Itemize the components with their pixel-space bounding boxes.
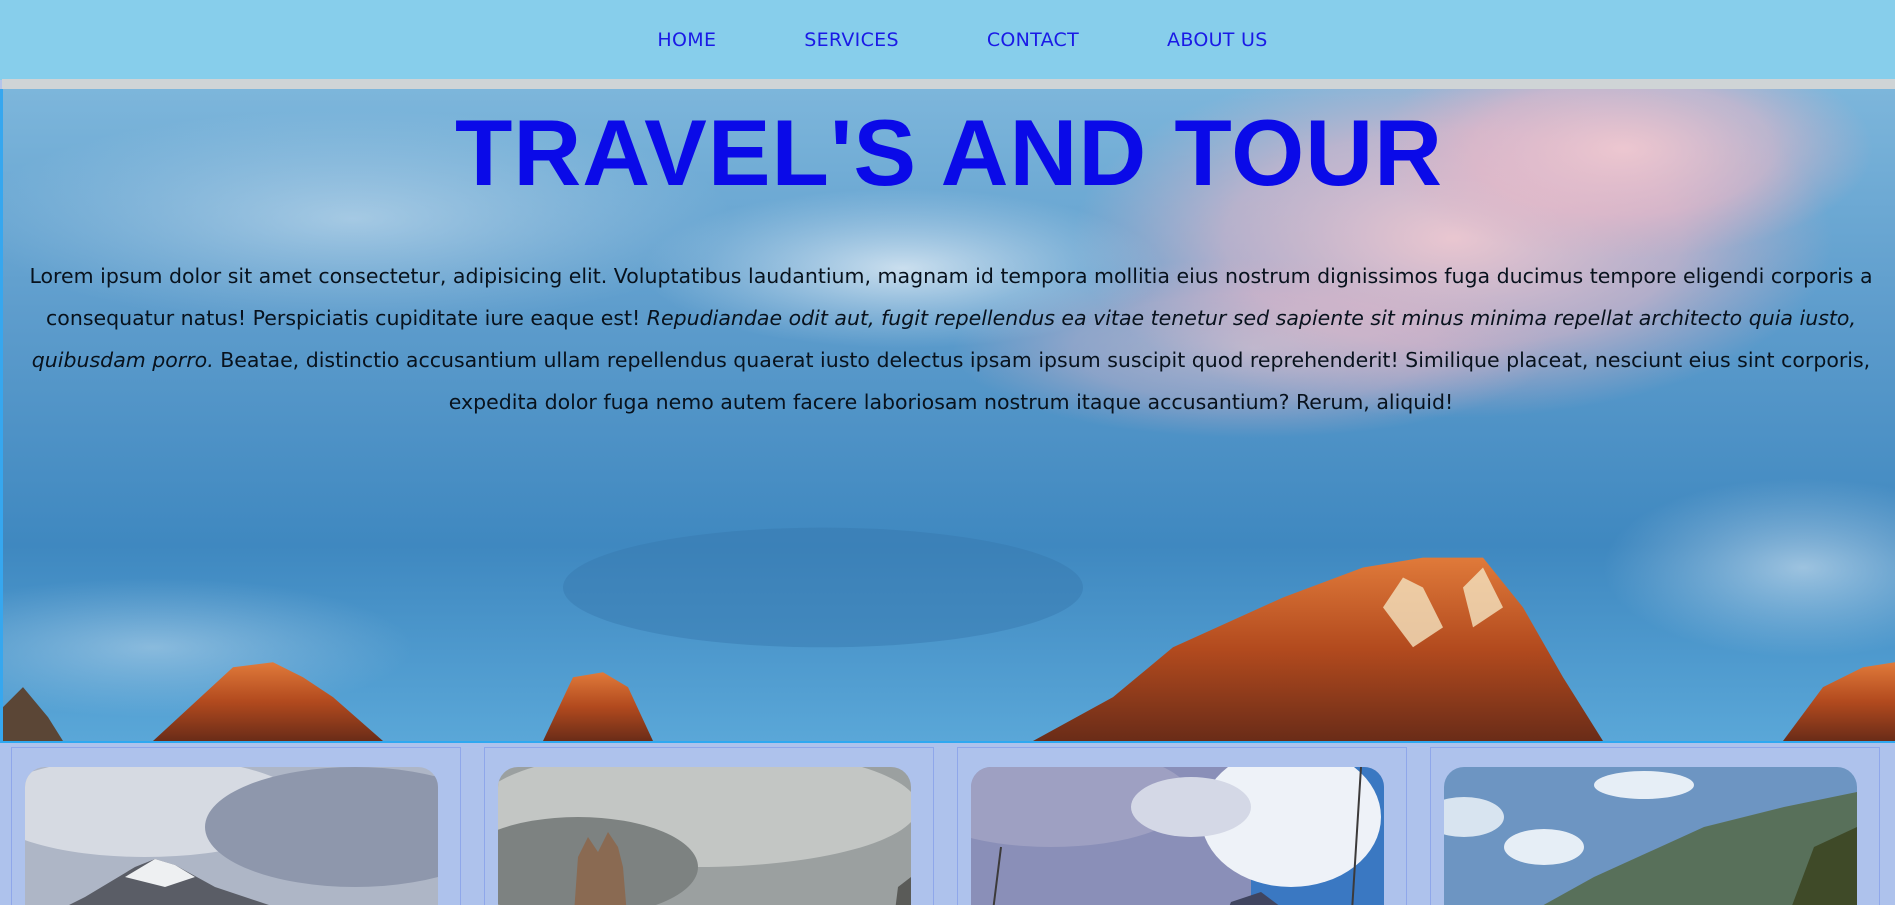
nav-item-home: HOME — [657, 29, 716, 51]
hero-title: TRAVEL'S AND TOUR — [454, 100, 1444, 205]
card-image-snowy-mountain[interactable] — [25, 767, 438, 905]
card-image-green-hills[interactable] — [1444, 767, 1857, 905]
nav-link-about-us[interactable]: ABOUT US — [1167, 29, 1268, 51]
navbar: HOME SERVICES CONTACT ABOUT US — [0, 0, 1895, 80]
hero-section: TRAVEL'S AND TOUR Lorem ipsum dolor sit … — [0, 89, 1895, 743]
nav-item-about-us: ABOUT US — [1167, 29, 1268, 51]
destination-card[interactable] — [957, 747, 1407, 905]
nav-link-services[interactable]: SERVICES — [804, 29, 899, 51]
card-image-rock-spires[interactable] — [498, 767, 911, 905]
hero-paragraph: Lorem ipsum dolor sit amet consectetur, … — [23, 255, 1879, 423]
hero-paragraph-part2: Beatae, distinctio accusantium ullam rep… — [213, 348, 1871, 414]
nav-divider — [2, 79, 1895, 89]
nav-link-contact[interactable]: CONTACT — [987, 29, 1079, 51]
nav-menu: HOME SERVICES CONTACT ABOUT US — [0, 0, 1895, 80]
nav-item-services: SERVICES — [804, 29, 899, 51]
destination-card[interactable] — [11, 747, 461, 905]
destination-card[interactable] — [1430, 747, 1880, 905]
nav-item-contact: CONTACT — [987, 29, 1079, 51]
cards-section — [0, 743, 1895, 905]
destination-card[interactable] — [484, 747, 934, 905]
nav-link-home[interactable]: HOME — [657, 29, 716, 51]
card-image-cloudy-village[interactable] — [971, 767, 1384, 905]
